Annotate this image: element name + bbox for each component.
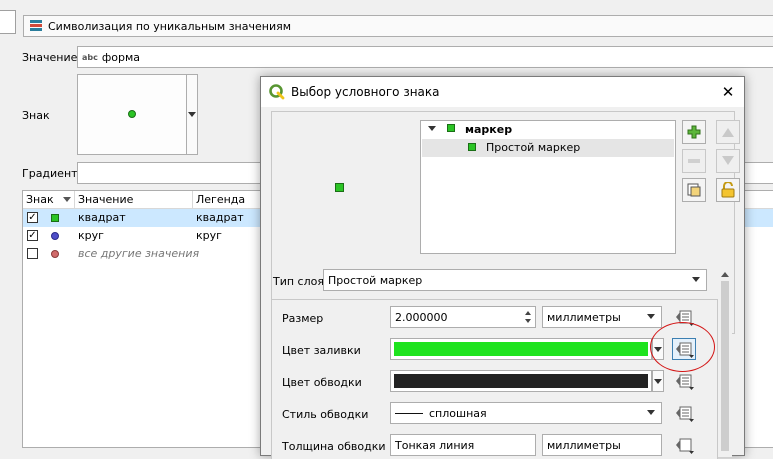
stroke-width-label: Толщина обводки	[282, 440, 386, 453]
chevron-down-icon	[654, 379, 662, 384]
scrollbar-thumb[interactable]	[721, 281, 729, 451]
layer-type-value: Простой маркер	[328, 273, 423, 287]
spin-arrows-icon	[525, 311, 531, 323]
chevron-down-icon	[188, 112, 196, 117]
qgis-logo-icon	[269, 84, 285, 100]
duplicate-layer-button[interactable]	[682, 178, 706, 202]
symbol-preview-dot	[128, 110, 136, 118]
row-value: все другие значения	[78, 247, 200, 260]
duplicate-icon	[687, 183, 701, 197]
categorized-renderer-icon	[30, 20, 42, 31]
stroke-color-label: Цвет обводки	[282, 376, 362, 389]
row-legend: квадрат	[196, 211, 244, 224]
stroke-color-dropdown[interactable]	[652, 370, 664, 392]
stroke-color-button[interactable]	[390, 370, 652, 392]
top-left-field[interactable]	[0, 10, 16, 34]
dialog-title: Выбор условного знака	[291, 85, 440, 99]
circle-symbol-icon	[51, 232, 59, 240]
minus-icon	[688, 159, 700, 163]
fill-color-swatch	[394, 342, 648, 356]
data-defined-icon	[676, 438, 694, 454]
data-defined-override-button[interactable]	[672, 434, 696, 456]
value-field[interactable]: abc форма	[77, 46, 773, 68]
chevron-down-icon	[692, 277, 700, 282]
lock-layer-button[interactable]	[716, 178, 740, 202]
row-value: квадрат	[78, 211, 126, 224]
data-defined-override-button[interactable]	[672, 370, 696, 392]
stroke-color-swatch	[394, 374, 648, 388]
layer-type-label: Тип слоя	[273, 275, 324, 288]
gradient-label: Градиент	[22, 167, 78, 180]
size-value: 2.000000	[395, 310, 448, 324]
checkbox[interactable]	[27, 248, 38, 259]
close-icon[interactable]: ✕	[718, 82, 738, 102]
stroke-width-spinbox[interactable]: Тонкая линия	[390, 434, 536, 456]
tree-child-label: Простой маркер	[486, 141, 581, 154]
symbol-preview-square	[335, 183, 344, 192]
stroke-style-label: Стиль обводки	[282, 408, 369, 421]
symbol-layer-tree[interactable]: маркер Простой маркер	[420, 120, 676, 254]
row-legend: круг	[196, 229, 222, 242]
stroke-style-value: сплошная	[429, 406, 487, 420]
plus-icon	[687, 125, 701, 139]
size-label: Размер	[282, 312, 324, 325]
marker-icon	[447, 124, 455, 132]
stroke-width-unit: миллиметры	[547, 438, 621, 452]
renderer-label: Символизация по уникальным значениям	[48, 19, 292, 33]
stroke-width-value: Тонкая линия	[395, 438, 475, 452]
tree-child-row[interactable]: Простой маркер	[422, 139, 674, 157]
layer-properties-panel: Размер 2.000000 миллиметры Цвет заливки	[271, 299, 718, 459]
solid-line-icon	[395, 412, 423, 414]
lock-icon	[721, 182, 735, 198]
remove-layer-button[interactable]	[682, 149, 706, 173]
size-spinbox[interactable]: 2.000000	[390, 306, 536, 328]
scroll-up-icon	[721, 272, 729, 277]
symbol-selector-dialog: Выбор условного знака ✕ маркер Простой м…	[260, 76, 745, 459]
dialog-titlebar: Выбор условного знака	[261, 77, 744, 107]
data-defined-override-button[interactable]	[672, 402, 696, 424]
square-symbol-icon	[51, 214, 59, 222]
tree-root-label[interactable]: маркер	[465, 123, 512, 136]
value-text: форма	[101, 50, 141, 64]
top-strip	[0, 0, 773, 12]
value-label: Значение	[22, 51, 78, 64]
expand-arrow-icon[interactable]	[428, 126, 436, 131]
col-value[interactable]: Значение	[75, 191, 193, 209]
move-down-button[interactable]	[716, 149, 740, 173]
data-defined-icon	[676, 406, 694, 422]
stroke-style-select[interactable]: сплошная	[390, 402, 662, 424]
data-defined-icon	[676, 374, 694, 390]
chevron-down-icon	[647, 314, 655, 319]
chevron-down-icon	[647, 410, 655, 415]
arrow-up-icon	[722, 128, 734, 137]
fill-color-label: Цвет заливки	[282, 344, 361, 357]
properties-scrollbar[interactable]	[718, 267, 732, 457]
renderer-select[interactable]: Символизация по уникальным значениям	[23, 15, 773, 37]
stroke-width-unit-select[interactable]: миллиметры	[542, 434, 662, 456]
checkbox[interactable]: ✓	[27, 212, 38, 223]
marker-icon	[468, 143, 476, 151]
symbol-dropdown[interactable]	[186, 74, 198, 155]
layer-type-select[interactable]: Простой маркер	[323, 269, 707, 291]
move-up-button[interactable]	[716, 120, 740, 144]
symbol-button[interactable]	[77, 74, 187, 155]
checkbox[interactable]: ✓	[27, 230, 38, 241]
arrow-down-icon	[722, 156, 734, 165]
col-symbol[interactable]: Знак	[23, 191, 75, 209]
symbol-label: Знак	[22, 109, 50, 122]
size-unit: миллиметры	[547, 310, 621, 324]
size-unit-select[interactable]: миллиметры	[542, 306, 662, 328]
sort-icon	[63, 197, 71, 202]
text-type-icon: abc	[82, 52, 98, 62]
annotation-circle	[650, 322, 715, 372]
add-layer-button[interactable]	[682, 120, 706, 144]
circle-symbol-icon	[51, 250, 59, 258]
row-value: круг	[78, 229, 104, 242]
fill-color-button[interactable]	[390, 338, 652, 360]
